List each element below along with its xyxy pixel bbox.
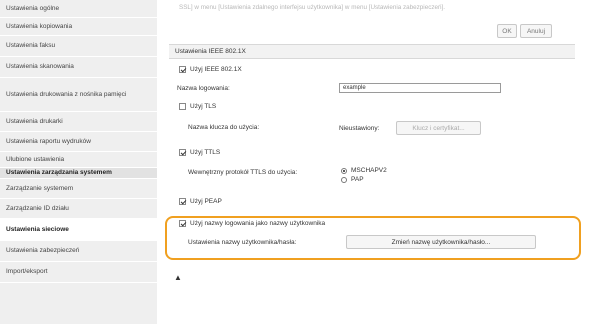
use-peap-checkbox[interactable] xyxy=(179,198,186,205)
use-ttls-checkbox[interactable] xyxy=(179,149,186,156)
login-name-label: Nazwa logowania: xyxy=(177,85,230,92)
radio-pap-label: PAP xyxy=(351,176,364,183)
sidebar-item-security-settings[interactable]: Ustawienia zabezpieczeń xyxy=(0,241,157,262)
main-content: SSL] w menu [Ustawienia zdalnego interfe… xyxy=(157,0,591,324)
use-ttls-label: Użyj TTLS xyxy=(190,149,221,156)
sidebar-item-printer-settings[interactable]: Ustawienia drukarki xyxy=(0,112,157,132)
sidebar-item-department-id[interactable]: Zarządzanie ID działu xyxy=(0,199,157,219)
use-tls-label: Użyj TLS xyxy=(190,103,217,110)
use-peap-checkbox-row[interactable]: Użyj PEAP xyxy=(179,198,222,205)
use-tls-checkbox-row[interactable]: Użyj TLS xyxy=(179,103,216,110)
radio-pap[interactable]: PAP xyxy=(341,176,364,183)
cancel-button[interactable]: Anuluj xyxy=(520,24,552,38)
use-tls-checkbox[interactable] xyxy=(179,103,186,110)
use-ttls-checkbox-row[interactable]: Użyj TTLS xyxy=(179,149,220,156)
ieee-panel: Ustawienia IEEE 802.1X Użyj IEEE 802.1X … xyxy=(165,44,581,320)
sidebar-section-system-management: Ustawienia zarządzania systemem xyxy=(0,168,157,179)
ttls-protocol-label: Wewnętrzny protokół TTLS do użycia: xyxy=(188,169,298,176)
sidebar-item-fax-settings[interactable]: Ustawienia faksu xyxy=(0,36,157,57)
radio-mschapv2-dot[interactable] xyxy=(341,167,347,174)
to-top-icon[interactable]: ▲ xyxy=(174,273,182,282)
panel-title: Ustawienia IEEE 802.1X xyxy=(169,45,575,59)
sidebar-item-system-management[interactable]: Zarządzanie systemem xyxy=(0,179,157,199)
sidebar-item-network-settings[interactable]: Ustawienia sieciowe xyxy=(0,219,157,241)
key-name-value: Nieustawiony: xyxy=(339,125,380,132)
key-name-label: Nazwa klucza do użycia: xyxy=(188,124,260,131)
sidebar-item-media-print-settings[interactable]: Ustawienia drukowania z nośnika pamięci xyxy=(0,78,157,112)
sidebar-item-general-settings[interactable]: Ustawienia ogólne xyxy=(0,0,157,18)
key-cert-button[interactable]: Klucz i certyfikat... xyxy=(396,121,481,135)
sidebar-item-report-settings[interactable]: Ustawienia raportu wydruków xyxy=(0,132,157,152)
use-peap-label: Użyj PEAP xyxy=(190,198,222,205)
use-ieee-checkbox-row[interactable]: Użyj IEEE 802.1X xyxy=(179,66,242,73)
radio-mschapv2[interactable]: MSCHAPV2 xyxy=(341,167,387,174)
sidebar: Ustawienia ogólne Ustawienia kopiowania … xyxy=(0,0,157,324)
radio-pap-dot[interactable] xyxy=(341,176,347,183)
highlight-frame xyxy=(165,216,581,260)
use-ieee-label: Użyj IEEE 802.1X xyxy=(190,66,242,73)
sidebar-item-import-export[interactable]: Import/eksport xyxy=(0,262,157,283)
ok-button[interactable]: OK xyxy=(497,24,517,38)
radio-mschapv2-label: MSCHAPV2 xyxy=(351,167,387,174)
sidebar-item-scan-settings[interactable]: Ustawienia skanowania xyxy=(0,57,157,78)
sidebar-item-copy-settings[interactable]: Ustawienia kopiowania xyxy=(0,18,157,36)
login-name-input[interactable]: example xyxy=(339,83,501,93)
sidebar-item-favorite-settings[interactable]: Ulubione ustawienia xyxy=(0,152,157,168)
use-ieee-checkbox[interactable] xyxy=(179,66,186,73)
top-note: SSL] w menu [Ustawienia zdalnego interfe… xyxy=(179,4,446,11)
